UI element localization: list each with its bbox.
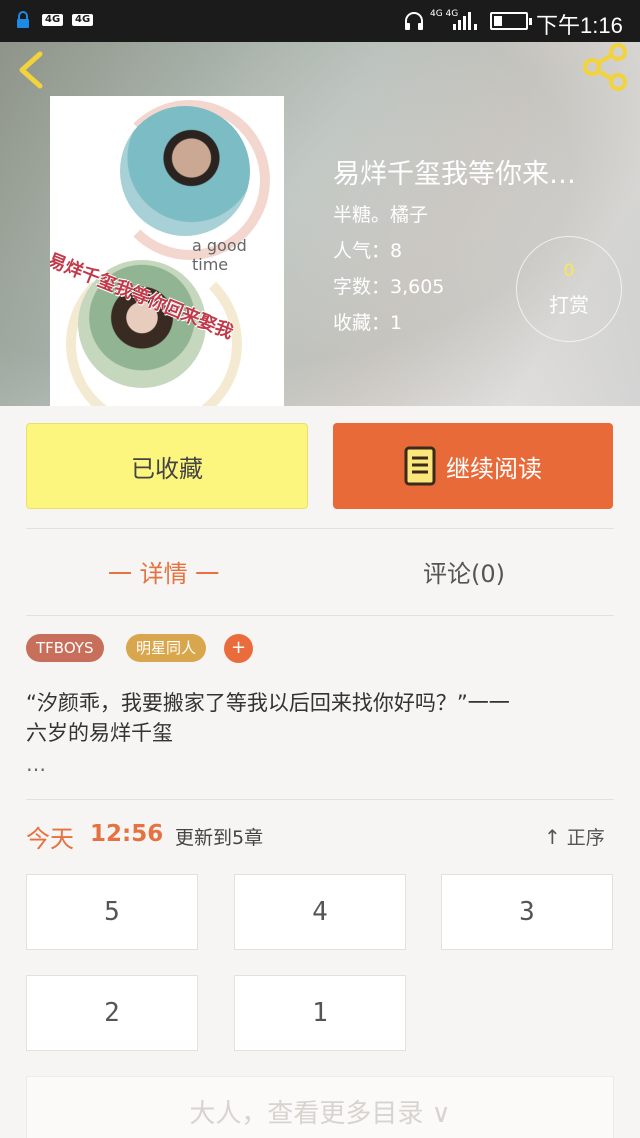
book-icon — [404, 446, 436, 486]
tip-label: 打赏 — [549, 293, 589, 317]
status-time: 下午1:16 — [536, 13, 623, 38]
lock-icon — [17, 11, 29, 28]
book-cover[interactable]: a good time 易烊千玺我等你回来娶我 — [50, 96, 284, 406]
description-more[interactable]: … — [26, 752, 46, 776]
tip-button[interactable]: 0 打赏 — [516, 236, 622, 342]
update-text: 更新到5章 — [175, 827, 264, 849]
sort-order-label: 正序 — [566, 827, 605, 849]
divider — [26, 528, 614, 529]
tab-comments[interactable]: 评论(0) — [423, 554, 505, 589]
book-word-count: 字数：3,605 — [333, 276, 445, 298]
arrow-up-icon: ↑ — [544, 825, 561, 849]
favorited-label: 已收藏 — [131, 454, 203, 483]
favorited-button[interactable]: 已收藏 — [26, 423, 308, 509]
book-author[interactable]: 半糖。橘子 — [333, 200, 428, 227]
continue-reading-button[interactable]: 继续阅读 — [333, 423, 613, 509]
headset-icon — [405, 12, 423, 30]
tag-star-fanfic[interactable]: 明星同人 — [126, 634, 207, 662]
divider — [26, 615, 614, 616]
book-title: 易烊千玺我等你来… — [333, 159, 576, 190]
sim2-badge: 4G — [72, 14, 94, 26]
battery-icon — [490, 12, 532, 30]
continue-reading-label: 继续阅读 — [446, 454, 542, 483]
sort-order-button[interactable]: ↑ 正序 — [544, 823, 605, 850]
divider — [26, 799, 614, 800]
book-favorites: 收藏：1 — [333, 312, 403, 334]
more-catalog-button[interactable]: 大人，查看更多目录 ∨ — [26, 1076, 614, 1138]
book-description: “汐颜乖，我要搬家了等我以后回来找你好吗？”一一六岁的易烊千玺 — [26, 691, 510, 745]
add-tag-button[interactable]: + — [224, 634, 253, 663]
sim1-badge: 4G — [42, 14, 64, 26]
back-arrow-icon[interactable] — [14, 50, 50, 90]
status-bar: 4G 4G 4G 4G 下午1:16 — [0, 0, 640, 42]
chapter-button[interactable]: 1 — [234, 975, 406, 1051]
cover-subtext: a good time — [192, 236, 247, 274]
update-day: 今天 — [26, 825, 74, 853]
update-time: 12:56 — [90, 821, 164, 847]
signal-icon — [453, 12, 477, 30]
share-icon[interactable] — [580, 42, 630, 92]
chapter-button[interactable]: 5 — [26, 874, 198, 950]
chapter-button[interactable]: 4 — [234, 874, 406, 950]
chapter-button[interactable]: 3 — [441, 874, 613, 950]
book-popularity: 人气：8 — [333, 240, 403, 262]
tip-count: 0 — [563, 261, 575, 281]
cover-photo-top — [120, 106, 250, 236]
tab-details[interactable]: 一 详情 一 — [108, 554, 219, 589]
tag-tfboys[interactable]: TFBOYS — [26, 634, 104, 662]
chapter-button[interactable]: 2 — [26, 975, 198, 1051]
